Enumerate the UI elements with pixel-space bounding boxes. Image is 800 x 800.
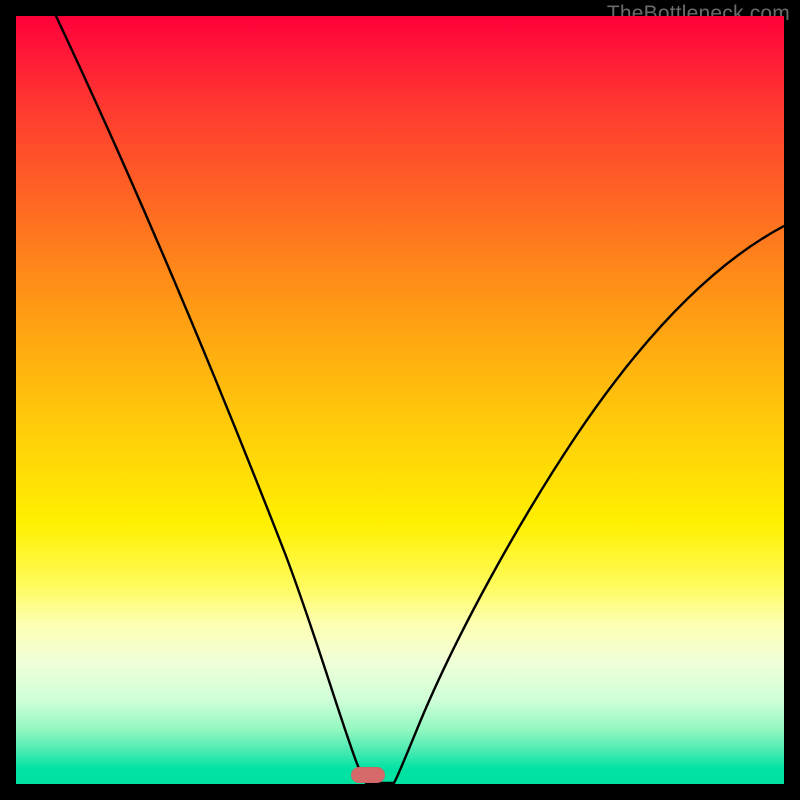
optimal-marker <box>351 767 385 783</box>
plot-area <box>16 16 784 784</box>
curve-path <box>56 16 784 783</box>
chart-stage: TheBottleneck.com <box>0 0 800 800</box>
bottleneck-curve <box>16 16 784 784</box>
